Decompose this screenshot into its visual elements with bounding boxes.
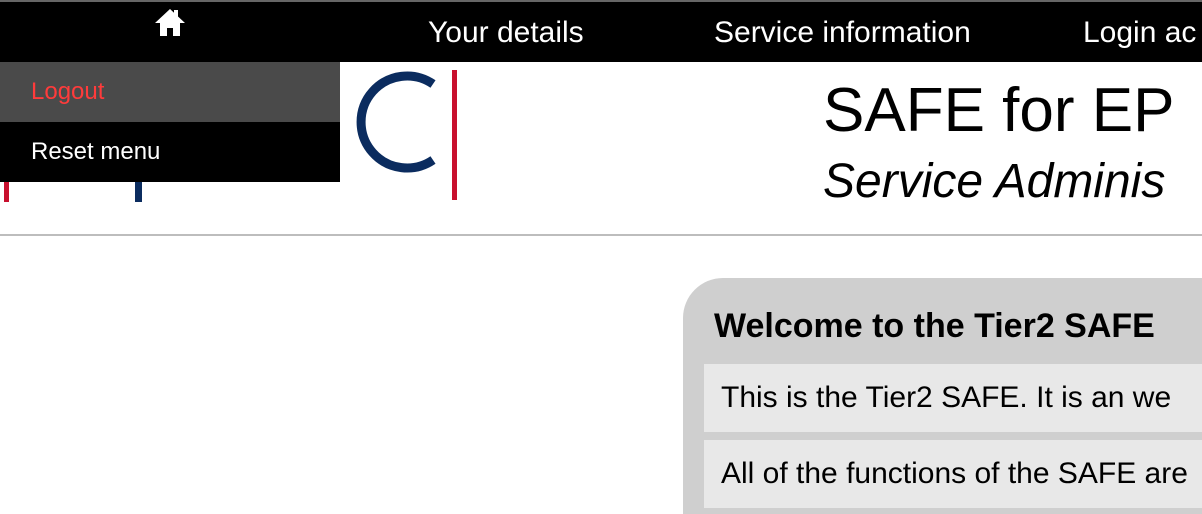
- nav-login-accounts[interactable]: Login ac: [1083, 16, 1196, 50]
- nav-service-information[interactable]: Service information: [714, 16, 971, 50]
- nav-your-details[interactable]: Your details: [428, 16, 584, 50]
- top-nav-bar: Your details Service information Login a…: [0, 0, 1202, 62]
- welcome-heading: Welcome to the Tier2 SAFE: [714, 307, 1155, 345]
- home-dropdown-menu: Logout Reset menu: [0, 62, 340, 182]
- welcome-paragraph: This is the Tier2 SAFE. It is an we: [704, 364, 1202, 432]
- page: SAFE for EP Service Adminis Your details…: [0, 0, 1202, 514]
- welcome-paragraph: All of the functions of the SAFE are: [704, 440, 1202, 508]
- site-subtitle: Service Adminis: [823, 155, 1166, 208]
- home-icon[interactable]: [152, 6, 188, 40]
- welcome-panel: Welcome to the Tier2 SAFE This is the Ti…: [683, 278, 1202, 514]
- reset-menu-item[interactable]: Reset menu: [0, 122, 340, 182]
- logout-menu-item[interactable]: Logout: [0, 62, 340, 122]
- site-title: SAFE for EP: [823, 76, 1175, 145]
